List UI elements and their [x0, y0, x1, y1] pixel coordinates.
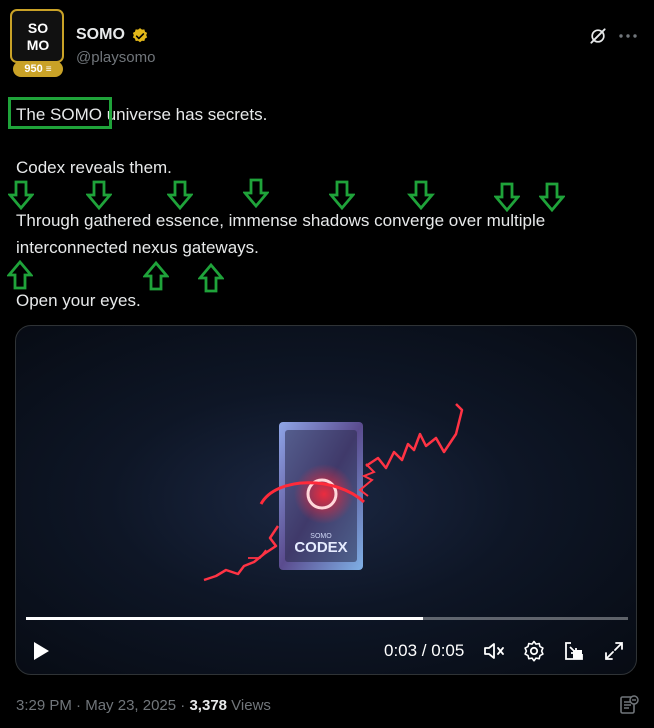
- views-count: 3,378: [189, 697, 228, 714]
- somo-logo: SO MO: [27, 20, 50, 53]
- down-arrow-annotation: [406, 180, 436, 210]
- video-player[interactable]: SOMO CODEX 0:03 / 0:05: [15, 325, 637, 675]
- down-arrow-annotation: [539, 182, 565, 212]
- svg-text:MO: MO: [27, 37, 50, 53]
- card-title: CODEX: [294, 539, 347, 556]
- author-handle[interactable]: @playsomo: [76, 49, 155, 66]
- down-arrow-annotation: [243, 178, 269, 208]
- down-arrow-annotation: [329, 180, 355, 210]
- badge-count: 950: [24, 63, 43, 75]
- affiliate-badge[interactable]: 950 ≡: [13, 61, 63, 77]
- video-frame: SOMO CODEX: [203, 403, 464, 582]
- verified-badge-icon[interactable]: [131, 27, 149, 45]
- badge-lines-icon: ≡: [45, 64, 52, 75]
- up-arrow-annotation: [143, 261, 169, 291]
- author-name[interactable]: SOMO: [76, 26, 125, 44]
- video-progress-fill: [26, 617, 424, 620]
- avatar[interactable]: SO MO 950 ≡: [10, 9, 64, 77]
- play-icon[interactable]: [30, 640, 52, 662]
- gear-icon[interactable]: [522, 639, 546, 663]
- dock-icon[interactable]: [562, 639, 586, 663]
- video-progress-bar[interactable]: [26, 617, 628, 620]
- more-dots-icon[interactable]: [617, 26, 639, 46]
- grok-icon[interactable]: [588, 26, 608, 46]
- tweet-meta: 3:29 PM · May 23, 2025 · 3,378 Views: [16, 697, 271, 714]
- separator: ·: [71, 697, 86, 714]
- tweet-time[interactable]: 3:29 PM: [16, 697, 72, 714]
- up-arrow-annotation: [7, 260, 33, 290]
- highlight-box: [8, 97, 112, 129]
- views-label: Views: [227, 697, 271, 714]
- tweet-line-3: Through gathered essence, immense shadow…: [16, 211, 546, 257]
- volume-muted-icon[interactable]: [482, 639, 506, 663]
- down-arrow-annotation: [494, 182, 520, 212]
- tweet-line-1-rest: universe has secrets.: [101, 105, 268, 124]
- down-arrow-annotation: [8, 180, 34, 210]
- tweet-line-2: Codex reveals them.: [16, 158, 172, 177]
- down-arrow-annotation: [86, 180, 112, 210]
- analytics-icon[interactable]: [618, 694, 640, 716]
- up-arrow-annotation: [198, 263, 224, 293]
- video-time: 0:03 / 0:05: [384, 641, 465, 660]
- tweet-line-4: Open your eyes.: [16, 290, 141, 310]
- svg-text:SO: SO: [28, 20, 48, 36]
- tweet-date[interactable]: May 23, 2025: [85, 697, 176, 714]
- separator: ·: [176, 697, 190, 714]
- down-arrow-annotation: [167, 180, 193, 210]
- fullscreen-icon[interactable]: [602, 639, 626, 663]
